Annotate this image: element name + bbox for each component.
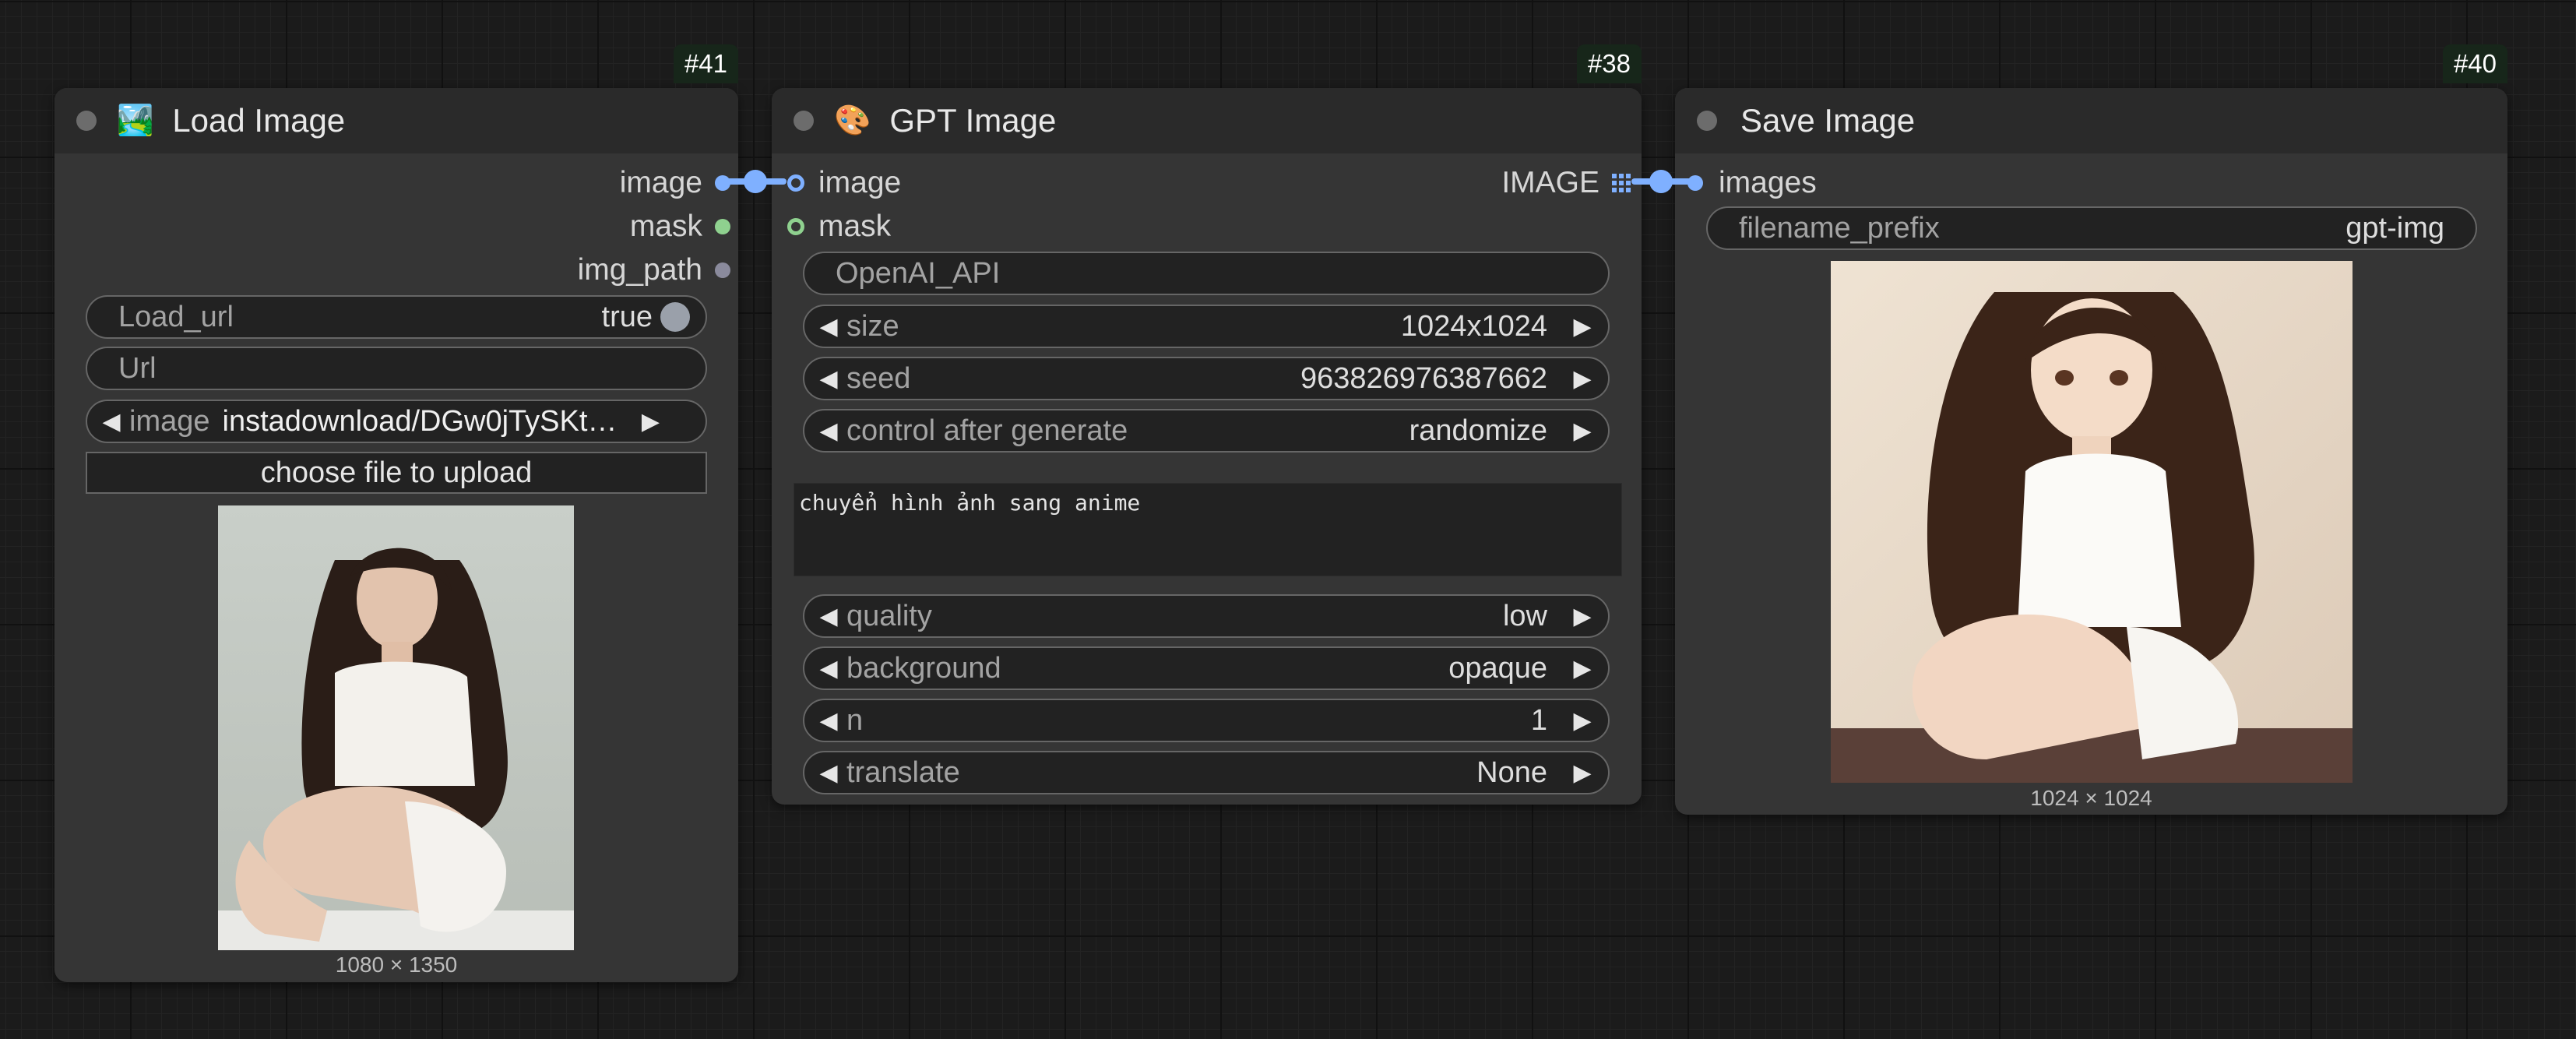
widget-value: 1 [1530, 703, 1547, 737]
slot-label: image [619, 166, 702, 199]
output-image-preview [1831, 261, 2353, 783]
widget-label: quality [846, 599, 932, 632]
widget-label: control after generate [846, 414, 1128, 447]
widget-value: opaque [1448, 651, 1547, 685]
arrow-left-icon[interactable]: ◀ [814, 365, 843, 393]
filename-prefix-input[interactable]: filename_prefix gpt-img [1706, 206, 2477, 250]
arrow-left-icon[interactable]: ◀ [814, 655, 843, 682]
seed-widget[interactable]: ◀ seed 963826976387662 ▶ [803, 357, 1610, 400]
widget-value: gpt-img [2345, 211, 2444, 245]
collapse-toggle[interactable] [1697, 111, 1717, 131]
collapse-toggle[interactable] [794, 111, 814, 131]
widget-label: Load_url [118, 300, 234, 333]
api-key-input[interactable]: OpenAI_API [803, 252, 1610, 295]
link-midpoint[interactable] [744, 170, 767, 193]
load-image-node[interactable]: #41 🏞️ Load Image image mask img_path Lo… [55, 44, 738, 982]
size-widget[interactable]: ◀ size 1024x1024 ▶ [803, 305, 1610, 348]
slot-dot[interactable] [787, 218, 804, 235]
arrow-right-icon[interactable]: ▶ [1568, 655, 1597, 682]
upload-button[interactable]: choose file to upload [86, 452, 707, 494]
node-title: Save Image [1740, 102, 1916, 139]
arrow-right-icon[interactable]: ▶ [1568, 365, 1597, 393]
widget-label: size [846, 309, 899, 343]
slot-dot[interactable] [787, 174, 804, 192]
image-combo[interactable]: ◀ image instadownload/DGw0jTySKt… ▶ [86, 400, 707, 443]
widget-value: low [1502, 599, 1547, 632]
arrow-left-icon[interactable]: ◀ [814, 313, 843, 340]
gpt-image-node[interactable]: #38 🎨 GPT Image image mask IMAGE OpenAI_… [772, 44, 1642, 805]
link-midpoint[interactable] [1649, 170, 1673, 193]
output-slot-image[interactable]: IMAGE [1319, 164, 1631, 202]
arrow-right-icon[interactable]: ▶ [1568, 417, 1597, 445]
slot-dot[interactable] [715, 262, 730, 278]
widget-value: instadownload/DGw0jTySKt… [222, 404, 618, 438]
widget-value: 1024x1024 [1400, 309, 1547, 343]
arrow-left-icon[interactable]: ◀ [814, 707, 843, 734]
slot-label: image [818, 166, 902, 199]
load-url-toggle[interactable]: Load_url true [86, 295, 707, 339]
arrow-left-icon[interactable]: ◀ [814, 603, 843, 630]
output-slot-image[interactable]: image [419, 164, 730, 202]
palette-icon: 🎨 [834, 104, 871, 137]
output-slot-mask[interactable]: mask [419, 208, 730, 245]
widget-label: background [846, 651, 1001, 685]
arrow-right-icon[interactable]: ▶ [635, 408, 665, 435]
prompt-textarea[interactable]: chuyển hình ảnh sang anime [794, 483, 1622, 576]
toggle-knob[interactable] [660, 302, 690, 332]
n-widget[interactable]: ◀ n 1 ▶ [803, 699, 1610, 742]
image-dimensions: 1024 × 1024 [2030, 786, 2152, 810]
output-slot-img-path[interactable]: img_path [419, 252, 730, 289]
arrow-right-icon[interactable]: ▶ [1568, 313, 1597, 340]
translate-widget[interactable]: ◀ translate None ▶ [803, 751, 1610, 794]
input-slot-images[interactable]: images [1687, 164, 1999, 202]
widget-value: None [1476, 755, 1547, 789]
url-input[interactable]: Url [86, 347, 707, 390]
widget-label: translate [846, 755, 960, 789]
api-field-value: OpenAI_API [836, 256, 1001, 290]
node-header[interactable]: 🎨 GPT Image [772, 88, 1642, 153]
save-image-node[interactable]: #40 Save Image images filename_prefix gp… [1675, 44, 2507, 815]
widget-value: 963826976387662 [1300, 361, 1547, 395]
image-dimensions: 1080 × 1350 [335, 953, 458, 977]
input-slot-mask[interactable]: mask [787, 208, 1099, 245]
node-header[interactable]: Save Image [1675, 88, 2507, 153]
collapse-toggle[interactable] [76, 111, 97, 131]
widget-label: image [129, 404, 210, 438]
arrow-right-icon[interactable]: ▶ [1568, 759, 1597, 787]
node-id-badge: #38 [1576, 44, 1642, 83]
control-after-generate-widget[interactable]: ◀ control after generate randomize ▶ [803, 409, 1610, 453]
arrow-right-icon[interactable]: ▶ [1568, 603, 1597, 630]
widget-value: true [601, 300, 653, 333]
quality-widget[interactable]: ◀ quality low ▶ [803, 594, 1610, 638]
url-placeholder: Url [118, 351, 157, 385]
widget-label: filename_prefix [1739, 211, 1940, 245]
arrow-left-icon[interactable]: ◀ [814, 417, 843, 445]
node-title: Load Image [172, 102, 346, 139]
background-widget[interactable]: ◀ background opaque ▶ [803, 646, 1610, 690]
slot-label: img_path [577, 253, 702, 287]
node-id-badge: #41 [673, 44, 738, 83]
picture-icon: 🏞️ [117, 104, 154, 137]
arrow-left-icon[interactable]: ◀ [97, 408, 126, 435]
input-slot-image[interactable]: image [787, 164, 1099, 202]
slot-label: mask [629, 210, 702, 243]
input-image-preview [218, 505, 574, 950]
widget-label: n [846, 703, 864, 737]
slot-label: images [1719, 166, 1817, 199]
node-header[interactable]: 🏞️ Load Image [55, 88, 738, 153]
widget-label: seed [846, 361, 911, 395]
arrow-right-icon[interactable]: ▶ [1568, 707, 1597, 734]
widget-value: randomize [1409, 414, 1547, 447]
node-id-badge: #40 [2442, 44, 2507, 83]
slot-dot[interactable] [715, 219, 730, 234]
arrow-left-icon[interactable]: ◀ [814, 759, 843, 787]
node-title: GPT Image [889, 102, 1057, 139]
slot-label: IMAGE [1501, 166, 1599, 199]
grid-icon[interactable] [1612, 174, 1631, 192]
slot-label: mask [818, 210, 892, 243]
